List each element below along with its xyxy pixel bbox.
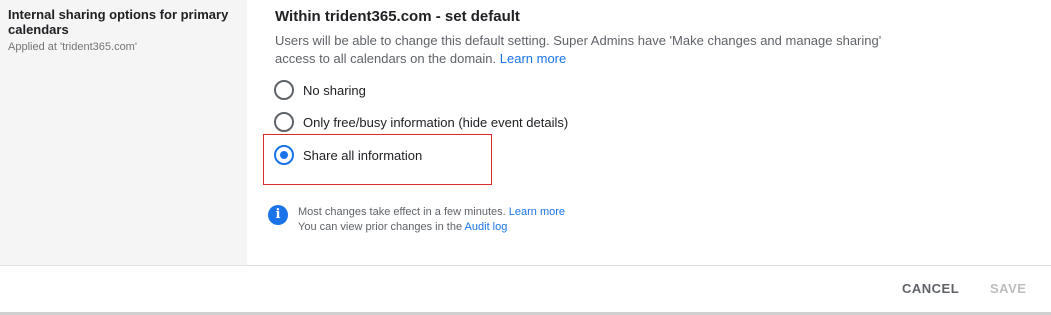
- setting-label-panel: Internal sharing options for primary cal…: [0, 0, 247, 265]
- option-label: Only free/busy information (hide event d…: [303, 114, 569, 130]
- info-line-2: You can view prior changes in the Audit …: [298, 220, 565, 235]
- info-message: Most changes take effect in a few minute…: [298, 205, 565, 235]
- selected-option-highlight: [263, 134, 492, 185]
- radio-button-unchecked[interactable]: [274, 112, 294, 132]
- radio-button-unchecked[interactable]: [274, 80, 294, 100]
- save-button[interactable]: SAVE: [990, 281, 1026, 296]
- option-label: No sharing: [303, 82, 366, 98]
- info-icon: i: [268, 205, 288, 225]
- info-line-1: Most changes take effect in a few minute…: [298, 205, 565, 220]
- info-line-1-text: Most changes take effect in a few minute…: [298, 206, 506, 218]
- setting-title: Internal sharing options for primary cal…: [8, 7, 229, 37]
- option-free-busy[interactable]: Only free/busy information (hide event d…: [274, 112, 568, 132]
- section-description-text: Users will be able to change this defaul…: [275, 33, 882, 66]
- setting-applied-at: Applied at 'trident365.com': [8, 41, 137, 53]
- learn-more-link[interactable]: Learn more: [500, 51, 566, 66]
- footer-divider: [0, 265, 1051, 266]
- section-description: Users will be able to change this defaul…: [275, 32, 905, 68]
- info-learn-more-link[interactable]: Learn more: [509, 206, 565, 218]
- info-line-2-text: You can view prior changes in the: [298, 221, 463, 233]
- option-no-sharing[interactable]: No sharing: [274, 80, 366, 100]
- cancel-button[interactable]: CANCEL: [902, 281, 959, 296]
- audit-log-link[interactable]: Audit log: [465, 221, 508, 233]
- sharing-settings-page: Internal sharing options for primary cal…: [0, 0, 1051, 315]
- section-title: Within trident365.com - set default: [275, 8, 520, 25]
